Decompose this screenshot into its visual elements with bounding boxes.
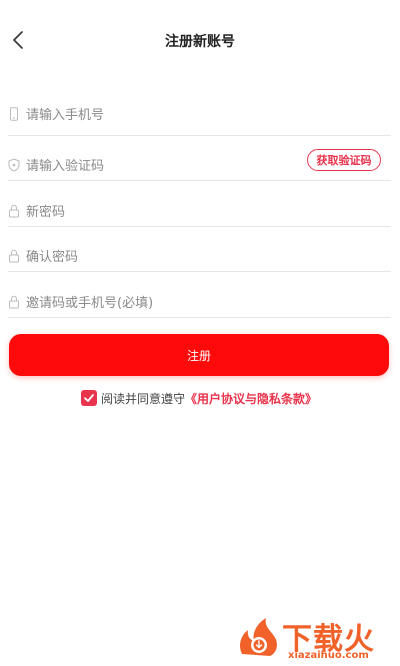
terms-link[interactable]: 《用户协议与隐私条款》 bbox=[185, 390, 317, 407]
invite-code-input[interactable]: 邀请码或手机号(必填) bbox=[26, 292, 153, 311]
flame-logo-icon bbox=[240, 618, 277, 656]
agreement-text: 阅读并同意遵守 bbox=[101, 391, 186, 406]
watermark-url: xiazaihuo.com bbox=[288, 650, 369, 661]
get-code-button[interactable]: 获取验证码 bbox=[307, 149, 381, 171]
confirm-password-field[interactable]: 确认密码 bbox=[8, 226, 391, 272]
lock-icon bbox=[8, 248, 20, 263]
invite-code-field[interactable]: 邀请码或手机号(必填) bbox=[8, 272, 391, 318]
new-password-input[interactable]: 新密码 bbox=[26, 201, 65, 220]
phone-input[interactable]: 请输入手机号 bbox=[26, 104, 104, 123]
register-button[interactable]: 注册 bbox=[9, 334, 389, 376]
new-password-field[interactable]: 新密码 bbox=[8, 181, 391, 227]
verification-code-field[interactable]: 请输入验证码 获取验证码 bbox=[8, 135, 391, 181]
phone-field[interactable]: 请输入手机号 bbox=[8, 90, 391, 136]
watermark: 下载火 xiazaihuo.com bbox=[236, 614, 396, 664]
confirm-password-input[interactable]: 确认密码 bbox=[26, 246, 78, 265]
lock-icon bbox=[8, 203, 20, 218]
header: 注册新账号 bbox=[0, 0, 400, 80]
agreement-row: 阅读并同意遵守 《用户协议与隐私条款》 bbox=[81, 389, 317, 407]
phone-icon bbox=[8, 106, 20, 121]
shield-icon bbox=[8, 157, 20, 172]
agree-checkbox[interactable] bbox=[81, 390, 97, 406]
verification-code-input[interactable]: 请输入验证码 bbox=[26, 155, 104, 174]
lock-icon bbox=[8, 294, 20, 309]
page-title: 注册新账号 bbox=[165, 34, 235, 50]
header-divider bbox=[0, 80, 400, 90]
checkmark-icon bbox=[84, 394, 94, 402]
